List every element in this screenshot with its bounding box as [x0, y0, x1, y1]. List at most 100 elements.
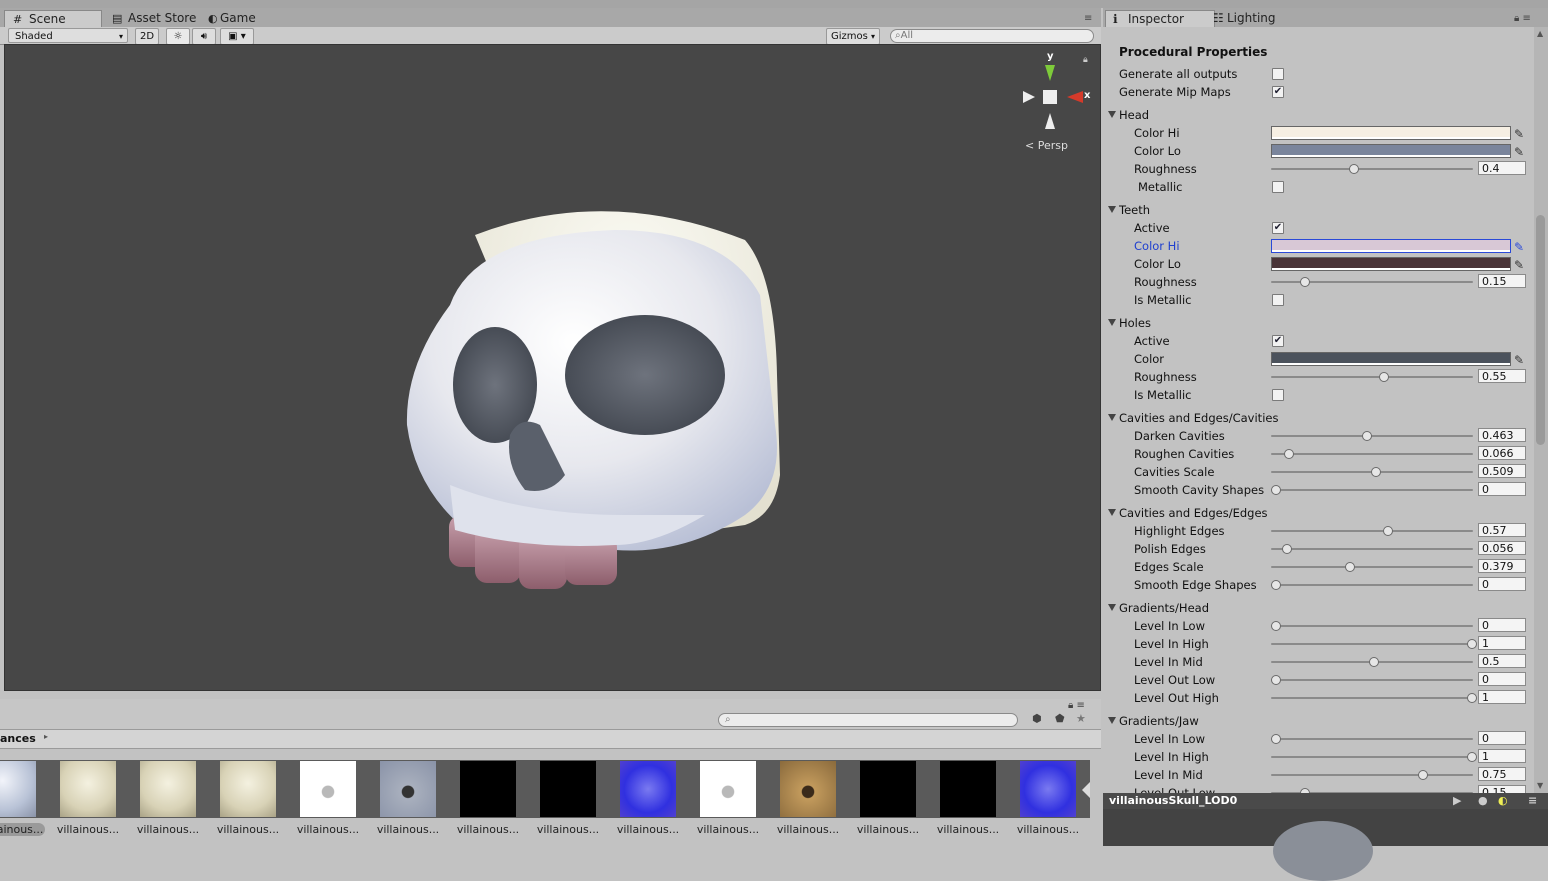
slider-thumb[interactable]: [1281, 544, 1292, 554]
lock-icon[interactable]: 🔒︎ ≡: [1068, 700, 1085, 711]
checkbox[interactable]: ✔: [1272, 222, 1284, 234]
number-field[interactable]: 0.056: [1478, 541, 1526, 555]
asset-thumbnail[interactable]: [0, 761, 36, 817]
tab-inspector[interactable]: ℹ Inspector: [1105, 10, 1215, 28]
slider-thumb[interactable]: [1271, 675, 1281, 685]
slider-thumb[interactable]: [1271, 734, 1281, 744]
number-field[interactable]: 0.75: [1478, 767, 1526, 781]
collapse-arrow-icon[interactable]: [1082, 782, 1090, 798]
asset-label[interactable]: villainous...: [448, 823, 528, 836]
asset-label[interactable]: villainous...: [128, 823, 208, 836]
color-field[interactable]: [1271, 144, 1511, 158]
number-field[interactable]: 0: [1478, 577, 1526, 591]
checkbox[interactable]: ✔: [1272, 335, 1284, 347]
asset-thumbnail[interactable]: [940, 761, 996, 817]
foldout-header[interactable]: Gradients/Jaw: [1103, 712, 1534, 730]
slider-thumb[interactable]: [1369, 657, 1379, 667]
checkbox[interactable]: [1272, 68, 1284, 80]
asset-thumbnail[interactable]: [1020, 761, 1076, 817]
slider-thumb[interactable]: [1361, 431, 1372, 441]
asset-label[interactable]: villainous...: [928, 823, 1008, 836]
asset-label[interactable]: ilainous...: [0, 823, 45, 836]
slider-track[interactable]: [1271, 756, 1473, 758]
lock-icon[interactable]: 🔒︎ ≡: [1514, 13, 1531, 24]
slider-track[interactable]: [1271, 489, 1473, 491]
slider-thumb[interactable]: [1418, 770, 1428, 780]
color-field[interactable]: [1271, 126, 1511, 140]
tab-menu-icon[interactable]: ≡: [1084, 13, 1092, 24]
slider-track[interactable]: [1271, 738, 1473, 740]
slider-track[interactable]: [1271, 774, 1473, 776]
asset-thumbnail[interactable]: [380, 761, 436, 817]
eyedropper-icon[interactable]: ✎: [1514, 256, 1524, 274]
slider-track[interactable]: [1271, 530, 1473, 532]
slider-track[interactable]: [1271, 566, 1473, 568]
tab-game[interactable]: ◐ Game: [196, 10, 264, 27]
foldout-arrow-icon[interactable]: [1108, 717, 1116, 724]
2d-toggle-button[interactable]: 2D: [135, 28, 159, 45]
foldout-header[interactable]: Cavities and Edges/Cavities: [1103, 409, 1534, 427]
number-field[interactable]: 0.15: [1478, 274, 1526, 288]
foldout-header[interactable]: Teeth: [1103, 201, 1534, 219]
scene-viewport[interactable]: y x 🔒︎ < Persp: [4, 44, 1101, 691]
preview-viewport[interactable]: [1103, 809, 1548, 881]
asset-label[interactable]: villainous...: [608, 823, 688, 836]
preview-header[interactable]: villainousSkull_LOD0 ▶ ● ◐ ≡: [1103, 793, 1548, 809]
scroll-up-icon[interactable]: ▲: [1537, 29, 1543, 38]
asset-thumbnail[interactable]: [460, 761, 516, 817]
asset-thumbnail[interactable]: [700, 761, 756, 817]
number-field[interactable]: 0.15: [1478, 785, 1526, 793]
breadcrumb-item[interactable]: ances: [0, 732, 36, 745]
orientation-gizmo[interactable]: [1015, 53, 1095, 133]
sphere-icon[interactable]: ●: [1478, 793, 1488, 809]
checkbox[interactable]: [1272, 294, 1284, 306]
effects-dropdown-button[interactable]: ▣ ▾: [220, 28, 254, 45]
slider-thumb[interactable]: [1370, 467, 1381, 477]
play-icon[interactable]: ▶: [1453, 793, 1461, 809]
number-field[interactable]: 0.066: [1478, 446, 1526, 460]
number-field[interactable]: 1: [1478, 636, 1526, 650]
asset-label[interactable]: villainous...: [848, 823, 928, 836]
number-field[interactable]: 0.4: [1478, 161, 1526, 175]
asset-label[interactable]: villainous...: [368, 823, 448, 836]
slider-thumb[interactable]: [1349, 164, 1360, 174]
asset-thumbnail[interactable]: [620, 761, 676, 817]
slider-thumb[interactable]: [1283, 449, 1294, 459]
light-icon[interactable]: ◐: [1498, 793, 1508, 809]
slider-thumb[interactable]: [1271, 621, 1281, 631]
projection-toggle[interactable]: < Persp: [1025, 139, 1068, 152]
tab-asset-store[interactable]: ▤ Asset Store: [104, 10, 204, 27]
number-field[interactable]: 0: [1478, 672, 1526, 686]
number-field[interactable]: 0: [1478, 731, 1526, 745]
asset-label[interactable]: villainous...: [688, 823, 768, 836]
slider-track[interactable]: [1271, 168, 1473, 170]
slider-track[interactable]: [1271, 697, 1473, 699]
eyedropper-icon[interactable]: ✎: [1514, 351, 1524, 369]
slider-thumb[interactable]: [1271, 485, 1281, 495]
menu-icon[interactable]: ≡: [1528, 793, 1537, 809]
number-field[interactable]: 0.509: [1478, 464, 1526, 478]
project-search-input[interactable]: ⌕: [718, 713, 1018, 727]
foldout-header[interactable]: Holes: [1103, 314, 1534, 332]
checkbox[interactable]: [1272, 389, 1284, 401]
filter-by-label-icon[interactable]: ⬟: [1055, 712, 1065, 725]
color-field[interactable]: [1271, 239, 1511, 253]
tab-lighting[interactable]: ☷ Lighting: [1205, 10, 1284, 27]
slider-thumb[interactable]: [1271, 580, 1281, 590]
asset-thumbnail[interactable]: [780, 761, 836, 817]
number-field[interactable]: 0: [1478, 618, 1526, 632]
foldout-arrow-icon[interactable]: [1108, 509, 1116, 516]
tab-scene[interactable]: # Scene: [4, 10, 102, 28]
slider-thumb[interactable]: [1345, 562, 1356, 572]
slider-thumb[interactable]: [1467, 639, 1477, 649]
slider-track[interactable]: [1271, 625, 1473, 627]
slider-thumb[interactable]: [1382, 526, 1393, 536]
slider-thumb[interactable]: [1300, 277, 1311, 287]
eyedropper-icon[interactable]: ✎: [1514, 143, 1524, 161]
number-field[interactable]: 0: [1478, 482, 1526, 496]
foldout-header[interactable]: Gradients/Head: [1103, 599, 1534, 617]
number-field[interactable]: 0.57: [1478, 523, 1526, 537]
color-field[interactable]: [1271, 257, 1511, 271]
asset-thumbnail[interactable]: [540, 761, 596, 817]
asset-label[interactable]: villainous...: [528, 823, 608, 836]
